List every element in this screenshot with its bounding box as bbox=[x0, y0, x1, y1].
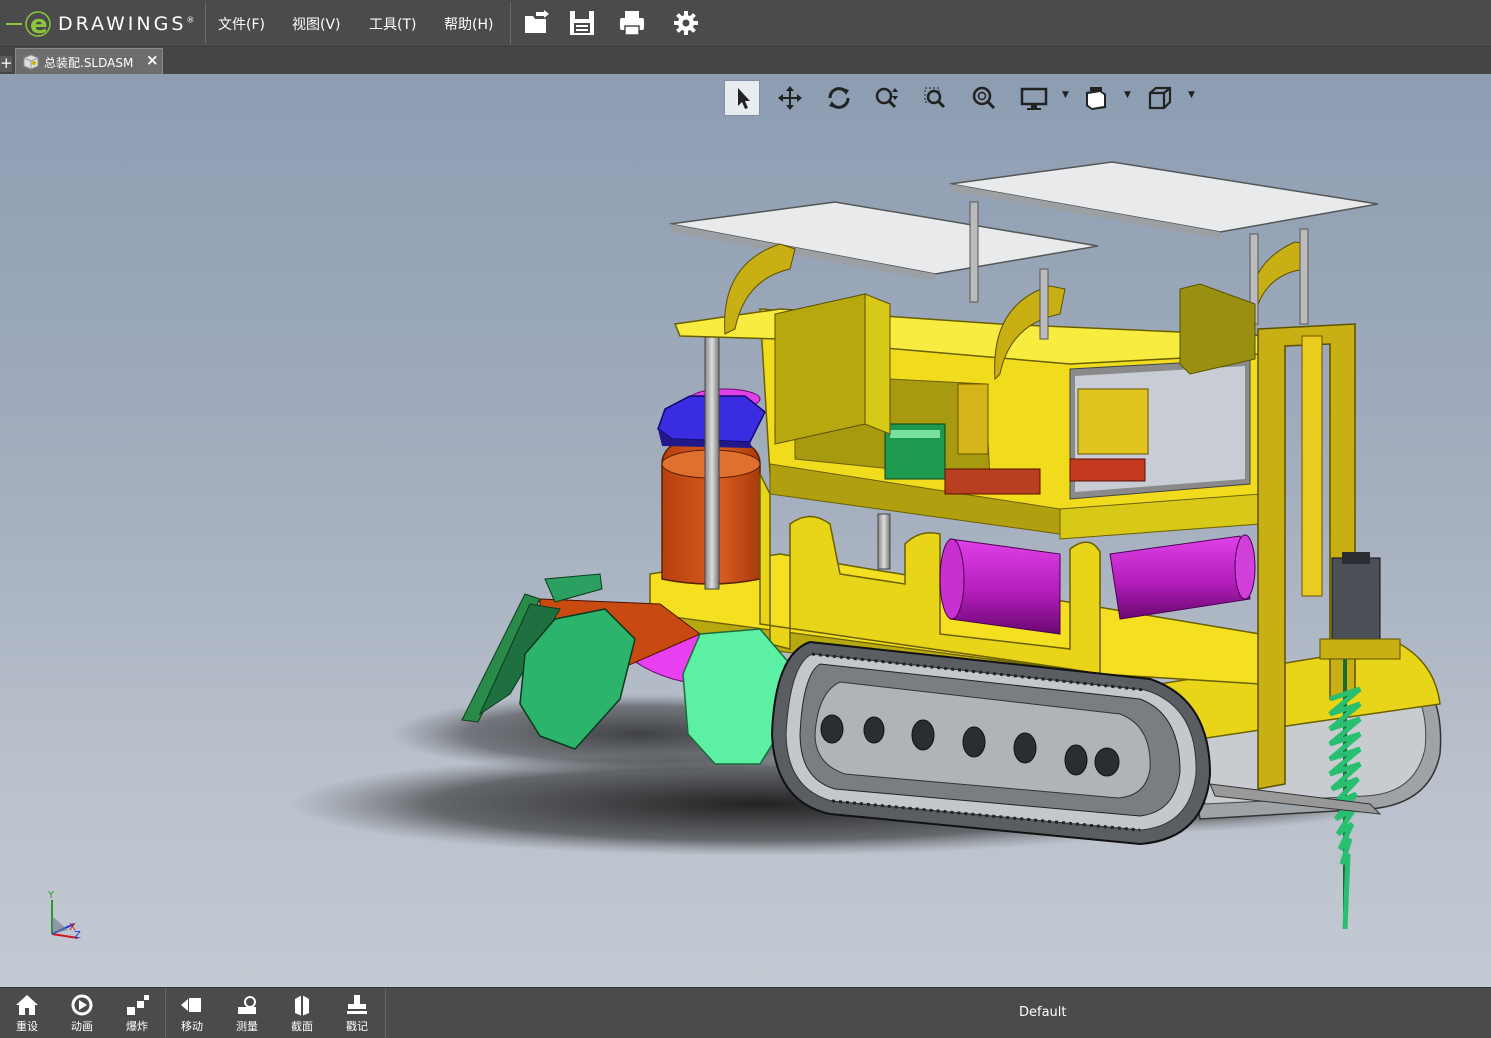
chevron-down-icon[interactable]: ▼ bbox=[1188, 90, 1195, 100]
save-icon[interactable] bbox=[567, 8, 597, 38]
document-tab-bar bbox=[0, 47, 1491, 74]
zoom-fit-icon[interactable] bbox=[966, 80, 1002, 116]
document-tab-label: 总装配.SLDASM bbox=[44, 56, 134, 70]
stamp-label: 戳记 bbox=[346, 1020, 368, 1033]
axis-y-label: Y bbox=[47, 890, 55, 901]
explode-button[interactable]: 爆炸 bbox=[110, 990, 164, 1038]
menu-file[interactable]: 文件(F) bbox=[218, 14, 265, 34]
print-icon[interactable] bbox=[617, 8, 647, 38]
select-arrow-icon[interactable] bbox=[724, 80, 760, 116]
section-label: 截面 bbox=[291, 1020, 313, 1033]
standard-views-icon[interactable] bbox=[1142, 80, 1178, 116]
assembly-icon bbox=[23, 54, 39, 70]
axis-z-label: Z bbox=[74, 930, 81, 941]
chevron-down-icon[interactable]: ▼ bbox=[1124, 90, 1131, 100]
document-tab[interactable]: 总装配.SLDASM × bbox=[15, 48, 163, 74]
move-button[interactable]: 移动 bbox=[165, 990, 219, 1038]
new-tab-button[interactable]: + bbox=[0, 56, 13, 72]
stamp-icon bbox=[347, 995, 367, 1014]
view-orientation-icon[interactable] bbox=[1078, 80, 1114, 116]
separator bbox=[510, 2, 511, 44]
title-toolbar: e DRAWINGS® 文件(F) 视图(V) 工具(T) 帮助(H) bbox=[0, 0, 1491, 47]
logo-wordmark: DRAWINGS® bbox=[58, 13, 198, 35]
reset-label: 重设 bbox=[16, 1020, 38, 1033]
home-icon bbox=[16, 995, 38, 1015]
chevron-down-icon[interactable]: ▼ bbox=[1062, 90, 1069, 100]
open-icon[interactable] bbox=[522, 8, 552, 38]
close-tab-icon[interactable]: × bbox=[146, 51, 159, 69]
menu-tools[interactable]: 工具(T) bbox=[369, 14, 416, 34]
menu-help[interactable]: 帮助(H) bbox=[444, 14, 493, 34]
bottom-toolbar: 重设 动画 爆炸 移动 测量 截面 戳记 Default bbox=[0, 987, 1491, 1038]
auger-column bbox=[1257, 323, 1401, 930]
pan-icon[interactable] bbox=[772, 80, 808, 116]
display-style-icon[interactable] bbox=[1016, 80, 1052, 116]
gear-icon[interactable] bbox=[671, 8, 701, 38]
measure-button[interactable]: 测量 bbox=[220, 990, 274, 1038]
logo-e-icon: e bbox=[6, 10, 51, 40]
view-toolbar: ▼ ▼ ▼ bbox=[722, 76, 1202, 120]
menu-view[interactable]: 视图(V) bbox=[292, 14, 341, 34]
separator bbox=[385, 988, 386, 1038]
zoom-icon[interactable] bbox=[869, 80, 905, 116]
stamp-button[interactable]: 戳记 bbox=[330, 990, 384, 1038]
animate-icon bbox=[71, 994, 93, 1016]
animate-button[interactable]: 动画 bbox=[55, 990, 109, 1038]
move-icon bbox=[181, 998, 201, 1012]
section-button[interactable]: 截面 bbox=[275, 990, 329, 1038]
zoom-area-icon[interactable] bbox=[917, 80, 953, 116]
separator bbox=[205, 2, 206, 44]
configuration-name: Default bbox=[1019, 1005, 1067, 1020]
3d-viewport[interactable]: ▼ ▼ ▼ Y X Z bbox=[0, 74, 1491, 987]
move-label: 移动 bbox=[181, 1020, 203, 1033]
section-icon bbox=[295, 995, 309, 1016]
measure-label: 测量 bbox=[236, 1020, 258, 1033]
rotate-icon[interactable] bbox=[821, 80, 857, 116]
explode-icon bbox=[127, 995, 149, 1015]
svg-text:e: e bbox=[30, 10, 48, 40]
edrawings-logo: e DRAWINGS® bbox=[6, 4, 202, 42]
measure-icon bbox=[238, 996, 256, 1014]
animate-label: 动画 bbox=[71, 1020, 93, 1033]
axis-triad: Y X Z bbox=[40, 886, 90, 946]
reset-button[interactable]: 重设 bbox=[0, 990, 54, 1038]
explode-label: 爆炸 bbox=[126, 1020, 148, 1033]
assembly-model[interactable] bbox=[0, 74, 1491, 987]
